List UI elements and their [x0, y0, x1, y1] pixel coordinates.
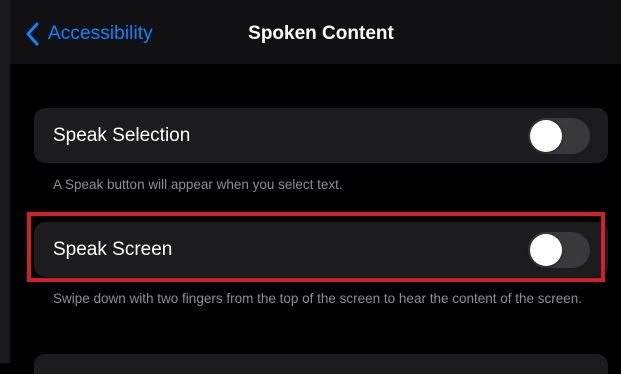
speak-screen-footnote: Swipe down with two fingers from the top… [53, 291, 583, 306]
back-button[interactable]: Accessibility [24, 20, 153, 48]
speak-screen-label: Speak Screen [53, 239, 173, 260]
chevron-left-icon [26, 22, 39, 46]
window-edge [0, 0, 10, 363]
back-button-label: Accessibility [48, 23, 153, 44]
speak-selection-label: Speak Selection [53, 125, 191, 146]
toggle-knob [530, 234, 562, 266]
speak-screen-toggle[interactable] [528, 232, 590, 268]
speak-selection-footnote: A Speak button will appear when you sele… [53, 177, 343, 192]
page-title: Spoken Content [248, 23, 394, 44]
toggle-knob [530, 120, 562, 152]
speak-screen-row: Speak Screen [34, 222, 608, 277]
next-settings-row[interactable] [34, 354, 608, 374]
speak-selection-toggle[interactable] [528, 118, 590, 154]
speak-selection-row: Speak Selection [34, 108, 608, 163]
